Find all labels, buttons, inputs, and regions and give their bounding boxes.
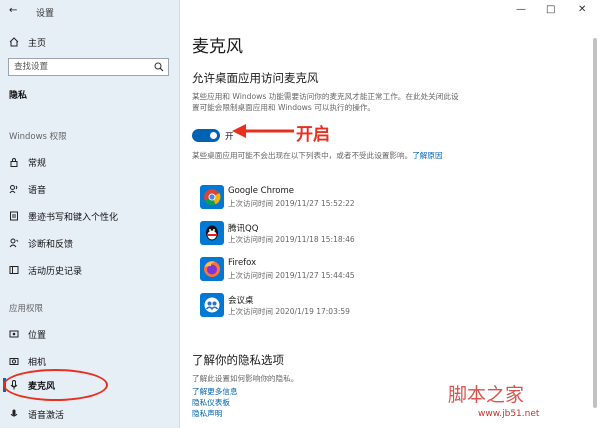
- search-placeholder: 查找设置: [14, 62, 49, 72]
- learn-why-link[interactable]: 了解原因: [412, 151, 442, 160]
- sidebar-home-label: 主页: [28, 38, 47, 49]
- privacy-dashboard-link[interactable]: 隐私仪表板: [192, 397, 230, 408]
- speech-icon: [9, 184, 19, 194]
- camera-icon: [9, 356, 19, 366]
- chrome-icon: [200, 185, 224, 209]
- app-name: Firefox: [228, 258, 257, 268]
- maximize-icon[interactable]: □: [546, 4, 555, 15]
- sidebar-item-voice-activation[interactable]: 语音激活: [0, 403, 179, 425]
- minimize-icon[interactable]: —: [516, 4, 526, 15]
- voice-activation-icon: [9, 409, 19, 419]
- page-title: 麦克风: [192, 37, 243, 57]
- sidebar-item-label: 墨迹书写和键入个性化: [28, 212, 119, 223]
- close-icon[interactable]: ✕: [578, 4, 586, 15]
- app-name: 腾讯QQ: [228, 224, 259, 234]
- sidebar-item-label: 语音: [28, 185, 47, 196]
- app-last-access: 上次访问时间 2019/11/27 15:52:22: [228, 199, 355, 208]
- current-category: 隐私: [9, 91, 28, 101]
- sidebar-item-diagnostics[interactable]: 诊断和反馈: [0, 232, 179, 254]
- sidebar-item-label: 相机: [28, 357, 47, 368]
- note-text: 某些桌面应用可能不会出现在以下列表中，或者不受此设置影响。: [192, 151, 413, 160]
- toggle-knob: [210, 132, 217, 139]
- scrollbar-thumb[interactable]: [593, 38, 597, 408]
- diagnostics-icon: [9, 238, 19, 248]
- watermark-url: www.jb51.net: [478, 409, 540, 419]
- app-row-firefox: Firefox 上次访问时间 2019/11/27 15:44:45: [200, 254, 500, 284]
- arrow-annotation-icon: [232, 124, 294, 138]
- privacy-options-title: 了解你的隐私选项: [192, 353, 284, 367]
- privacy-description: 了解此设置如何影响你的隐私。: [192, 374, 299, 383]
- sidebar-item-label: 常规: [28, 158, 47, 169]
- watermark-text: 脚本之家: [448, 384, 525, 406]
- location-icon: [9, 329, 19, 339]
- search-input[interactable]: 查找设置: [8, 58, 169, 76]
- sidebar-item-inking[interactable]: 墨迹书写和键入个性化: [0, 205, 179, 227]
- annotation-label: 开启: [296, 125, 330, 145]
- app-last-access: 上次访问时间 2019/11/18 15:18:46: [228, 235, 355, 244]
- home-icon: [9, 37, 19, 47]
- app-row-chrome: Google Chrome 上次访问时间 2019/11/27 15:52:22: [200, 182, 500, 212]
- learn-more-link[interactable]: 了解更多信息: [192, 386, 238, 397]
- inking-icon: [9, 211, 19, 221]
- sidebar-item-label: 诊断和反馈: [28, 239, 74, 250]
- sidebar-home[interactable]: 主页: [0, 31, 179, 53]
- meeting-icon: [200, 293, 224, 317]
- app-name: Google Chrome: [228, 186, 295, 196]
- app-last-access: 上次访问时间 2020/1/19 17:03:59: [228, 307, 350, 316]
- sidebar-item-label: 位置: [28, 330, 47, 341]
- section-windows-permissions: Windows 权限: [9, 132, 67, 142]
- window-title: 设置: [36, 9, 55, 19]
- sidebar-item-location[interactable]: 位置: [0, 323, 179, 345]
- search-icon[interactable]: [154, 62, 164, 78]
- microphone-access-toggle[interactable]: [192, 129, 220, 142]
- section-description: 某些应用和 Windows 功能需要访问你的麦克风才能正常工作。在此处关闭此设置…: [192, 92, 459, 112]
- privacy-statement-link[interactable]: 隐私声明: [192, 408, 222, 419]
- back-icon[interactable]: ←: [9, 5, 17, 16]
- qq-icon: [200, 221, 224, 245]
- app-name: 会议桌: [228, 296, 254, 306]
- firefox-icon: [200, 257, 224, 281]
- sidebar-item-label: 语音激活: [28, 410, 65, 421]
- note: 某些桌面应用可能不会出现在以下列表中，或者不受此设置影响。了解原因: [192, 151, 454, 162]
- microphone-highlight-annotation: [3, 369, 108, 401]
- activity-history-icon: [9, 265, 19, 275]
- sidebar-item-camera[interactable]: 相机: [0, 350, 179, 372]
- app-last-access: 上次访问时间 2019/11/27 15:44:45: [228, 271, 355, 280]
- scrollbar[interactable]: [592, 18, 598, 418]
- section-title: 允许桌面应用访问麦克风: [192, 71, 319, 85]
- lock-icon: [9, 157, 19, 167]
- main-panel: — □ ✕ 麦克风 允许桌面应用访问麦克风 某些应用和 Windows 功能需要…: [180, 0, 600, 428]
- app-row-meeting: 会议桌 上次访问时间 2020/1/19 17:03:59: [200, 290, 500, 320]
- app-row-qq: 腾讯QQ 上次访问时间 2019/11/18 15:18:46: [200, 218, 500, 248]
- sidebar-item-activity-history[interactable]: 活动历史记录: [0, 259, 179, 281]
- sidebar-item-speech[interactable]: 语音: [0, 178, 179, 200]
- section-app-permissions: 应用权限: [9, 304, 44, 314]
- sidebar: 设置 ← 主页 查找设置 隐私 Windows 权限 常规 语音 墨迹书写和键入…: [0, 0, 180, 428]
- sidebar-item-general[interactable]: 常规: [0, 151, 179, 173]
- sidebar-item-label: 活动历史记录: [28, 266, 83, 277]
